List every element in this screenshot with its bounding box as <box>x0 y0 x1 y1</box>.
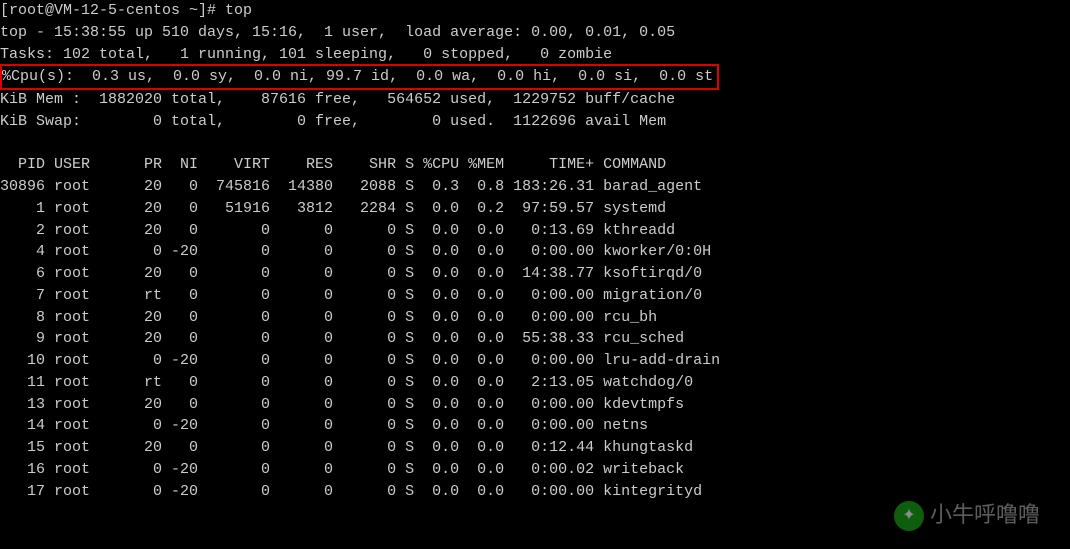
top-tasks-line: Tasks: 102 total, 1 running, 101 sleepin… <box>0 44 1070 66</box>
table-row[interactable]: 30896 root 20 0 745816 14380 2088 S 0.3 … <box>0 176 1070 198</box>
table-row[interactable]: 13 root 20 0 0 0 0 S 0.0 0.0 0:00.00 kde… <box>0 394 1070 416</box>
wechat-icon: ✦ <box>894 501 924 531</box>
table-row[interactable]: 9 root 20 0 0 0 0 S 0.0 0.0 55:38.33 rcu… <box>0 328 1070 350</box>
watermark: ✦小牛呼噜噜 <box>894 499 1040 531</box>
command-text: top <box>225 2 252 19</box>
table-row[interactable]: 10 root 0 -20 0 0 0 S 0.0 0.0 0:00.00 lr… <box>0 350 1070 372</box>
cpu-highlight: %Cpu(s): 0.3 us, 0.0 sy, 0.0 ni, 99.7 id… <box>0 64 719 90</box>
blank-line <box>0 133 1070 155</box>
table-row[interactable]: 1 root 20 0 51916 3812 2284 S 0.0 0.2 97… <box>0 198 1070 220</box>
top-mem-line: KiB Mem : 1882020 total, 87616 free, 564… <box>0 89 1070 111</box>
top-time-line: top - 15:38:55 up 510 days, 15:16, 1 use… <box>0 22 1070 44</box>
process-list[interactable]: 30896 root 20 0 745816 14380 2088 S 0.3 … <box>0 176 1070 502</box>
table-row[interactable]: 11 root rt 0 0 0 0 S 0.0 0.0 2:13.05 wat… <box>0 372 1070 394</box>
top-cpu-line: %Cpu(s): 0.3 us, 0.0 sy, 0.0 ni, 99.7 id… <box>0 65 1070 89</box>
table-row[interactable]: 7 root rt 0 0 0 0 S 0.0 0.0 0:00.00 migr… <box>0 285 1070 307</box>
table-row[interactable]: 8 root 20 0 0 0 0 S 0.0 0.0 0:00.00 rcu_… <box>0 307 1070 329</box>
table-row[interactable]: 6 root 20 0 0 0 0 S 0.0 0.0 14:38.77 kso… <box>0 263 1070 285</box>
table-row[interactable]: 16 root 0 -20 0 0 0 S 0.0 0.0 0:00.02 wr… <box>0 459 1070 481</box>
terminal[interactable]: { "prompt":"[root@VM-12-5-centos ~]# ", … <box>0 0 1070 549</box>
top-swap-line: KiB Swap: 0 total, 0 free, 0 used. 11226… <box>0 111 1070 133</box>
prompt-text: [root@VM-12-5-centos ~]# <box>0 2 225 19</box>
table-row[interactable]: 15 root 20 0 0 0 0 S 0.0 0.0 0:12.44 khu… <box>0 437 1070 459</box>
shell-prompt-line: [root@VM-12-5-centos ~]# top <box>0 0 1070 22</box>
table-row[interactable]: 14 root 0 -20 0 0 0 S 0.0 0.0 0:00.00 ne… <box>0 415 1070 437</box>
table-row[interactable]: 4 root 0 -20 0 0 0 S 0.0 0.0 0:00.00 kwo… <box>0 241 1070 263</box>
process-header: PID USER PR NI VIRT RES SHR S %CPU %MEM … <box>0 154 1070 176</box>
table-row[interactable]: 2 root 20 0 0 0 0 S 0.0 0.0 0:13.69 kthr… <box>0 220 1070 242</box>
